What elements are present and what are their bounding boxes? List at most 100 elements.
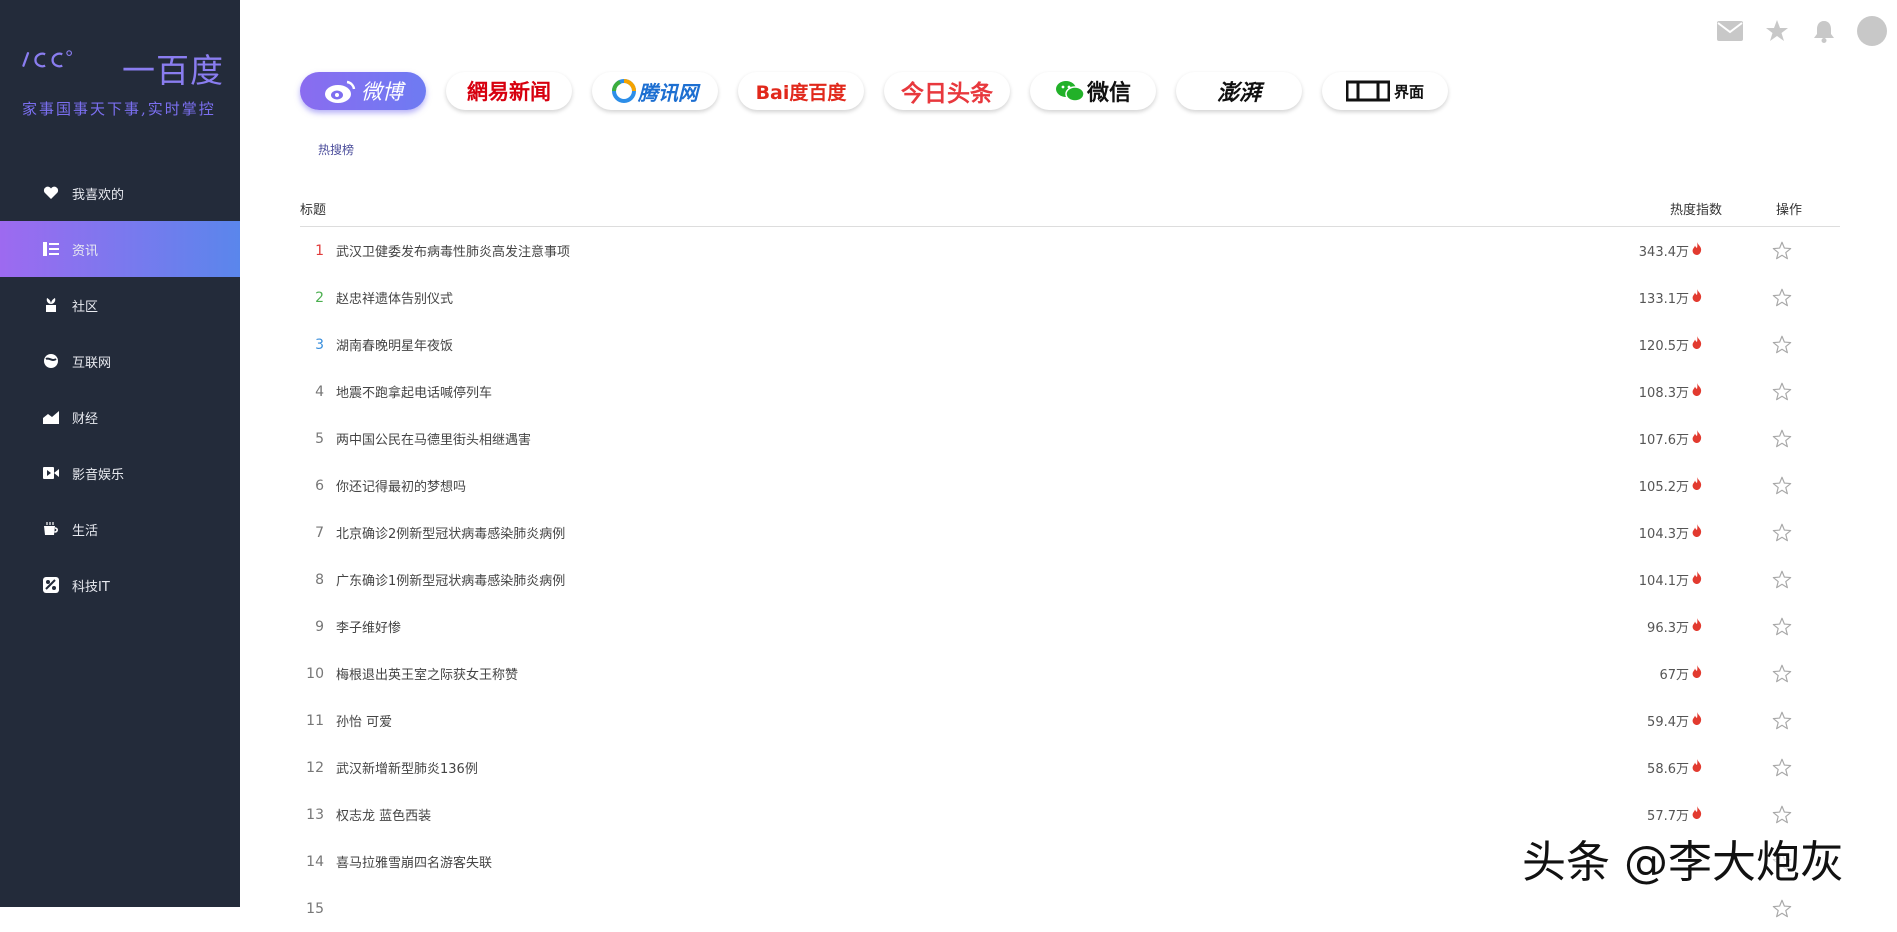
favorite-star-icon[interactable] [1752, 617, 1840, 636]
favorite-star-icon[interactable] [1752, 805, 1840, 824]
row-heat: 133.1万 [1592, 288, 1702, 307]
jiemian-logo-icon [1345, 80, 1390, 102]
source-label: Bai度百度 [755, 81, 847, 104]
row-title-link[interactable]: 地震不跑拿起电话喊停列车 [336, 382, 1592, 401]
internet-icon [42, 352, 60, 370]
row-heat: 67万 [1592, 664, 1702, 683]
source-tab-jiemian[interactable]: 界面 [1322, 72, 1448, 110]
tech-icon [42, 576, 60, 594]
sidebar-item-label: 财经 [72, 411, 99, 427]
sidebar-item-label: 互联网 [72, 355, 112, 371]
table-row[interactable]: 10 梅根退出英王室之际获女王称赞 67万 [300, 650, 1840, 697]
row-heat: 59.4万 [1592, 711, 1702, 730]
brand-tagline: 家事国事天下事,实时掌控 [22, 100, 216, 118]
table-row[interactable]: 5 两中国公民在马德里街头相继遇害 107.6万 [300, 415, 1840, 462]
source-label: 微信 [1086, 81, 1131, 106]
favorite-star-icon[interactable] [1752, 429, 1840, 448]
row-rank: 14 [306, 853, 324, 870]
sidebar-item-label: 影音娱乐 [72, 467, 125, 483]
row-rank: 10 [306, 665, 324, 682]
table-row[interactable]: 1 武汉卫健委发布病毒性肺炎高发注意事项 343.4万 [300, 227, 1840, 274]
sidebar-item-label: 生活 [72, 523, 99, 539]
fire-icon [1692, 571, 1702, 588]
table-row[interactable]: 8 广东确诊1例新型冠状病毒感染肺炎病例 104.1万 [300, 556, 1840, 603]
table-row[interactable]: 15 [300, 885, 1840, 932]
watermark: 头条 @李大炮灰 [1522, 837, 1844, 888]
fire-icon [1692, 383, 1702, 400]
mail-icon[interactable] [1717, 18, 1743, 44]
favorite-star-icon[interactable] [1752, 570, 1840, 589]
row-title-link[interactable]: 北京确诊2例新型冠状病毒感染肺炎病例 [336, 523, 1592, 542]
favorite-star-icon[interactable] [1752, 241, 1840, 260]
favorite-star-icon[interactable] [1752, 476, 1840, 495]
sidebar-item-video[interactable]: 影音娱乐 [0, 445, 240, 501]
row-title-link[interactable]: 喜马拉雅雪崩四名游客失联 [336, 852, 1592, 871]
top-toolbar [1696, 14, 1897, 48]
sidebar-item-internet[interactable]: 互联网 [0, 333, 240, 389]
row-heat-value: 67万 [1659, 668, 1689, 683]
source-tab-weibo[interactable]: 微博 [300, 72, 426, 110]
source-tab-netease[interactable]: 網易新闻 [446, 72, 572, 110]
sidebar-item-finance[interactable]: 财经 [0, 389, 240, 445]
row-title-link[interactable]: 广东确诊1例新型冠状病毒感染肺炎病例 [336, 570, 1592, 589]
row-heat-value: 120.5万 [1638, 339, 1689, 354]
header-title: 标题 [300, 202, 327, 218]
fire-icon [1692, 806, 1702, 823]
source-tab-thepaper[interactable]: 澎湃 [1176, 72, 1302, 110]
table-row[interactable]: 3 湖南春晚明星年夜饭 120.5万 [300, 321, 1840, 368]
favorite-star-icon[interactable] [1752, 711, 1840, 730]
row-rank: 15 [306, 900, 324, 917]
table-row[interactable]: 2 赵忠祥遗体告别仪式 133.1万 [300, 274, 1840, 321]
row-title-link[interactable]: 赵忠祥遗体告别仪式 [336, 288, 1592, 307]
row-title-link[interactable]: 李子维好惨 [336, 617, 1592, 636]
row-rank: 13 [306, 806, 324, 823]
avatar[interactable] [1857, 16, 1887, 46]
community-icon [42, 296, 60, 314]
table-row[interactable]: 12 武汉新增新型肺炎136例 58.6万 [300, 744, 1840, 791]
favorite-star-icon[interactable] [1752, 288, 1840, 307]
table-row[interactable]: 11 孙怡 可爱 59.4万 [300, 697, 1840, 744]
row-title-link[interactable]: 湖南春晚明星年夜饭 [336, 335, 1592, 354]
tab-hot-search[interactable]: 热搜榜 [318, 141, 354, 158]
favorite-star-icon[interactable] [1752, 899, 1840, 918]
source-tab-baidu[interactable]: Bai度百度 [738, 72, 864, 110]
source-tab-toutiao[interactable]: 今日头条 [884, 72, 1010, 110]
favorite-star-icon[interactable] [1752, 664, 1840, 683]
row-title-link[interactable]: 你还记得最初的梦想吗 [336, 476, 1592, 495]
row-heat: 104.3万 [1592, 523, 1702, 542]
row-heat: 343.4万 [1592, 241, 1702, 260]
row-rank: 8 [315, 571, 324, 588]
row-title-link[interactable]: 两中国公民在马德里街头相继遇害 [336, 429, 1592, 448]
row-title-link[interactable]: 武汉新增新型肺炎136例 [336, 758, 1592, 777]
sidebar-item-label: 资讯 [72, 243, 99, 259]
table-row[interactable]: 9 李子维好惨 96.3万 [300, 603, 1840, 650]
table-row[interactable]: 6 你还记得最初的梦想吗 105.2万 [300, 462, 1840, 509]
favorite-star-icon[interactable] [1752, 382, 1840, 401]
favorite-star-icon[interactable] [1752, 758, 1840, 777]
sidebar-item-tech[interactable]: 科技IT [0, 557, 240, 613]
row-heat-value: 133.1万 [1638, 292, 1689, 307]
row-title-link[interactable]: 权志龙 蓝色西装 [336, 805, 1592, 824]
sidebar-item-favorites[interactable]: 我喜欢的 [0, 165, 240, 221]
sidebar-item-news[interactable]: 资讯 [0, 221, 240, 277]
favorite-star-icon[interactable] [1752, 523, 1840, 542]
heart-icon [42, 184, 60, 202]
row-rank: 3 [315, 336, 324, 353]
brand-name: 一百度 [122, 51, 224, 90]
fire-icon [1692, 477, 1702, 494]
row-title-link[interactable]: 梅根退出英王室之际获女王称赞 [336, 664, 1592, 683]
row-rank: 6 [315, 477, 324, 494]
fire-icon [1692, 524, 1702, 541]
table-row[interactable]: 4 地震不跑拿起电话喊停列车 108.3万 [300, 368, 1840, 415]
source-tab-wechat[interactable]: 微信 [1030, 72, 1156, 110]
sidebar-item-life[interactable]: 生活 [0, 501, 240, 557]
star-icon[interactable] [1764, 18, 1790, 44]
source-tab-tencent[interactable]: 腾讯网 [592, 72, 718, 110]
row-title-link[interactable]: 武汉卫健委发布病毒性肺炎高发注意事项 [336, 241, 1592, 260]
table-header: 标题 热度指数 操作 [300, 190, 1840, 227]
bell-icon[interactable] [1811, 18, 1837, 44]
row-title-link[interactable]: 孙怡 可爱 [336, 711, 1592, 730]
sidebar-item-community[interactable]: 社区 [0, 277, 240, 333]
table-row[interactable]: 7 北京确诊2例新型冠状病毒感染肺炎病例 104.3万 [300, 509, 1840, 556]
favorite-star-icon[interactable] [1752, 335, 1840, 354]
